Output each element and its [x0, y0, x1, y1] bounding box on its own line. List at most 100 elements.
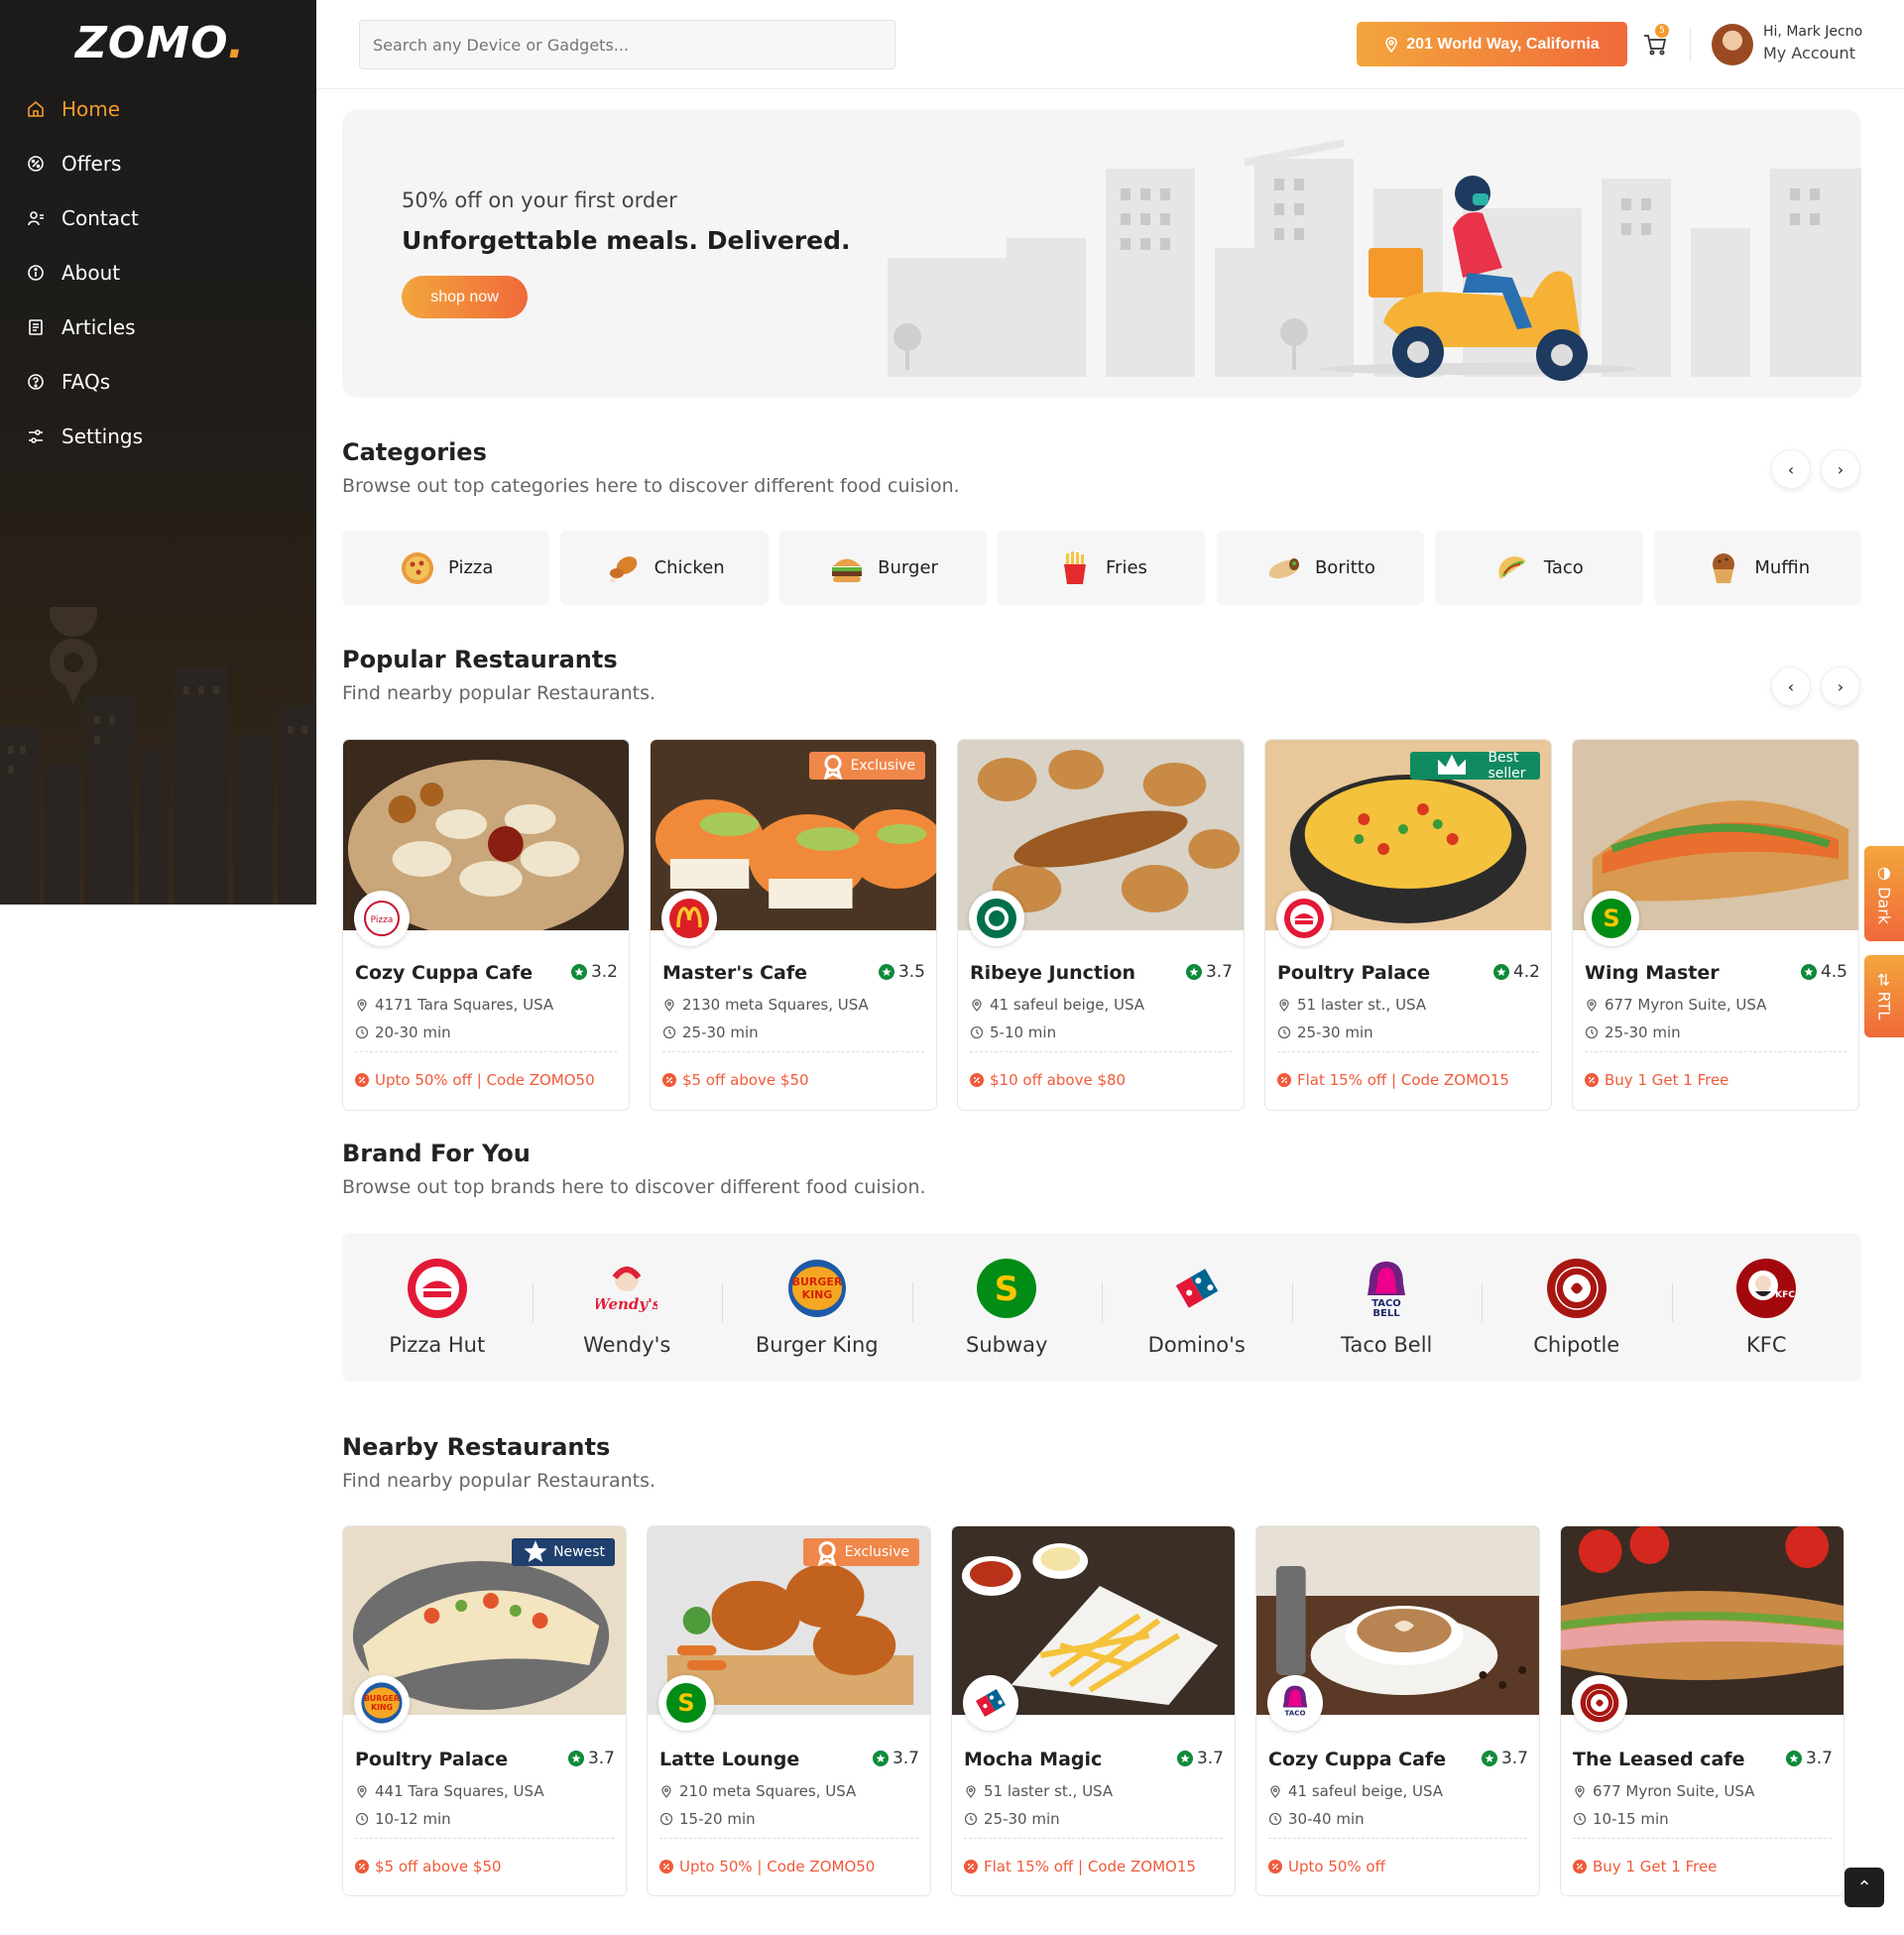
category-label: Muffin	[1754, 557, 1811, 578]
brand-wendys[interactable]: Wendy's Wendy's	[532, 1233, 723, 1382]
card-divider	[970, 1051, 1232, 1052]
category-fries[interactable]: Fries	[998, 531, 1206, 605]
taco-bell-logo: TACOBELL	[1368, 1262, 1406, 1319]
sidebar-item-about[interactable]: About	[0, 245, 316, 300]
offer-text: Upto 50% | Code ZOMO50	[659, 1858, 875, 1875]
svg-text:KING: KING	[801, 1288, 832, 1301]
brand-name: Taco Bell	[1341, 1333, 1433, 1357]
category-burrito[interactable]: Boritto	[1216, 531, 1425, 605]
restaurant-card[interactable]: Pizza Cozy Cuppa Cafe 3.2 4171 Tara Squa…	[342, 739, 630, 1111]
sidebar-item-settings[interactable]: Settings	[0, 409, 316, 463]
newest-badge: Newest	[512, 1538, 615, 1566]
clock-icon	[355, 1812, 369, 1826]
star-icon	[1492, 964, 1509, 980]
sidebar-nav: Home Offers Contact About Articles FAQs …	[0, 81, 316, 463]
scroll-to-top-button[interactable]: ⌃	[1844, 1868, 1884, 1907]
card-divider	[659, 1838, 918, 1839]
brand-kfc[interactable]: KFC KFC	[1671, 1233, 1862, 1382]
brand-burger-king[interactable]: BURGER KING Burger King	[722, 1233, 912, 1382]
discount-icon	[355, 1073, 369, 1087]
delivery-time: 25-30 min	[1277, 1024, 1373, 1041]
restaurant-name: Mocha Magic	[964, 1749, 1103, 1770]
sidebar-item-label: FAQs	[61, 369, 111, 394]
dark-mode-toggle[interactable]: ◑ Dark	[1864, 846, 1904, 941]
location-pin-icon	[1385, 36, 1398, 53]
moon-icon: ◑	[1874, 862, 1894, 888]
brand-name: Domino's	[1147, 1333, 1246, 1357]
mcdonalds-logo	[661, 891, 717, 946]
contact-icon	[26, 208, 46, 228]
categories-prev-button[interactable]: ‹	[1771, 449, 1811, 489]
sidebar-item-home[interactable]: Home	[0, 81, 316, 136]
taco-bell-logo: TACO	[1267, 1675, 1323, 1731]
rating: 4.2	[1492, 962, 1540, 982]
discount-icon	[1573, 1860, 1587, 1874]
popular-prev-button[interactable]: ‹	[1771, 666, 1811, 706]
svg-text:S: S	[1603, 905, 1619, 932]
category-label: Taco	[1543, 557, 1584, 578]
question-icon	[26, 372, 46, 392]
sidebar-item-contact[interactable]: Contact	[0, 190, 316, 245]
categories-next-button[interactable]: ›	[1821, 449, 1860, 489]
award-icon	[823, 755, 842, 780]
header-divider	[1690, 28, 1691, 61]
category-label: Chicken	[654, 557, 725, 578]
zomo-logo[interactable]: ZOMO.	[75, 18, 245, 68]
star-icon	[878, 964, 894, 980]
category-taco[interactable]: Taco	[1435, 531, 1643, 605]
clock-icon	[1268, 1812, 1282, 1826]
restaurant-card[interactable]: Mocha Magic 3.7 51 laster st., USA 25-30…	[951, 1525, 1236, 1896]
sidebar-item-faqs[interactable]: FAQs	[0, 354, 316, 409]
clock-icon	[1277, 1026, 1291, 1039]
star-icon	[1481, 1751, 1497, 1766]
brand-name: Chipotle	[1533, 1333, 1620, 1357]
sidebar-item-offers[interactable]: Offers	[0, 136, 316, 190]
restaurant-card[interactable]: Best seller Poultry Palace 4.2 51 laster…	[1264, 739, 1552, 1111]
shop-now-button[interactable]: shop now	[402, 276, 528, 318]
offer-text: Buy 1 Get 1 Free	[1585, 1071, 1728, 1089]
delivery-time: 5-10 min	[970, 1024, 1056, 1041]
category-burger[interactable]: Burger	[778, 531, 988, 605]
rtl-toggle[interactable]: ⇄ RTL	[1864, 955, 1904, 1037]
brand-chipotle[interactable]: Chipotle	[1482, 1233, 1672, 1382]
category-pizza[interactable]: Pizza	[342, 531, 550, 605]
restaurant-address: 4171 Tara Squares, USA	[355, 996, 553, 1014]
sidebar-item-label: Settings	[61, 423, 144, 448]
brand-name: KFC	[1745, 1333, 1787, 1357]
discount-icon	[1277, 1073, 1291, 1087]
brand-subway[interactable]: S Subway	[911, 1233, 1103, 1382]
restaurant-card[interactable]: Newest BURGER KING Poultry Palace 3.7 441…	[342, 1525, 627, 1896]
brand-pizza-hut[interactable]: Pizza Hut	[342, 1233, 533, 1382]
brand-name: Subway	[966, 1333, 1048, 1357]
sidebar-item-articles[interactable]: Articles	[0, 300, 316, 354]
restaurant-card[interactable]: TACO Cozy Cuppa Cafe 3.7 41 safeul beige…	[1255, 1525, 1540, 1896]
brand-dominos[interactable]: Domino's	[1102, 1233, 1292, 1382]
search-input[interactable]	[359, 20, 895, 69]
info-icon	[26, 263, 46, 283]
restaurant-address: 677 Myron Suite, USA	[1585, 996, 1766, 1014]
category-chicken[interactable]: Chicken	[560, 531, 769, 605]
category-label: Pizza	[448, 557, 494, 578]
delivery-time: 10-12 min	[355, 1810, 451, 1828]
popular-next-button[interactable]: ›	[1821, 666, 1860, 706]
popular-restaurants-title: Popular Restaurants	[342, 646, 618, 673]
restaurant-address: 51 laster st., USA	[964, 1782, 1113, 1800]
restaurant-name: Wing Master	[1585, 962, 1720, 984]
top-header: 201 World Way, California 5 Hi, Mark Jec…	[316, 0, 1904, 89]
restaurant-card[interactable]: Ribeye Junction 3.7 41 safeul beige, USA…	[957, 739, 1245, 1111]
star-icon	[570, 964, 587, 980]
restaurant-card[interactable]: Exclusive S Latte Lounge 3.7 210 meta Sq…	[647, 1525, 931, 1896]
brand-taco-bell[interactable]: TACO BELL Taco Bell	[1291, 1233, 1483, 1382]
restaurant-card[interactable]: S Wing Master 4.5 677 Myron Suite, USA 2…	[1572, 739, 1859, 1111]
restaurant-card[interactable]: Exclusive Master's Cafe 3.5 2130 meta Sq…	[650, 739, 937, 1111]
brand-name: Pizza Hut	[389, 1333, 486, 1357]
category-muffin[interactable]: Muffin	[1653, 531, 1861, 605]
location-button[interactable]: 201 World Way, California	[1357, 22, 1627, 66]
restaurant-name: Cozy Cuppa Cafe	[355, 962, 534, 984]
svg-text:S: S	[677, 1689, 694, 1717]
restaurant-card[interactable]: The Leased cafe 3.7 677 Myron Suite, USA…	[1560, 1525, 1844, 1896]
my-account-link[interactable]: My Account	[1763, 44, 1855, 62]
rating: 3.5	[878, 962, 925, 982]
avatar[interactable]	[1712, 24, 1753, 65]
location-pin-icon	[357, 999, 367, 1012]
